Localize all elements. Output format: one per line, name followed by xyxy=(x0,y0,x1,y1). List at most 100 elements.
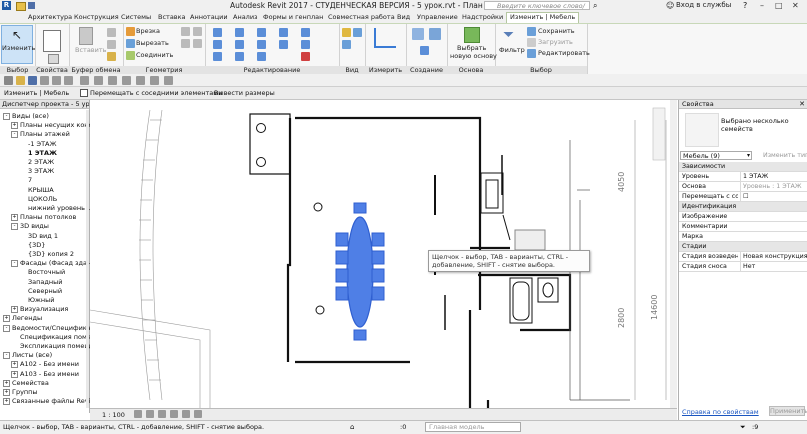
filter-button[interactable]: Фильтр xyxy=(499,46,525,54)
pick-host-icon[interactable] xyxy=(464,27,480,43)
property-section[interactable]: Идентификация xyxy=(679,202,807,212)
load-selection-button[interactable]: Загрузить xyxy=(538,38,573,46)
properties-help-link[interactable]: Справка по свойствам xyxy=(682,408,759,416)
browser-item[interactable]: A103 - Без имени xyxy=(20,370,79,378)
match-type-icon[interactable] xyxy=(107,52,116,61)
sun-path-icon[interactable] xyxy=(158,410,166,418)
measure-icon[interactable] xyxy=(374,28,396,48)
browser-item[interactable]: Семейства xyxy=(12,379,49,387)
cope-button[interactable]: Врезка xyxy=(136,27,160,35)
free-dimensions-label[interactable]: Вывести размеры xyxy=(214,89,275,97)
tree-expander-icon[interactable]: - xyxy=(3,352,10,360)
edit-type-button[interactable]: Изменить тип xyxy=(763,152,807,159)
hide-icon[interactable] xyxy=(342,28,351,37)
move-icon[interactable] xyxy=(213,40,222,49)
browser-item[interactable]: Западный xyxy=(28,278,62,286)
browser-item[interactable]: 7 xyxy=(28,176,32,184)
scale-icon[interactable] xyxy=(213,52,222,61)
linework-icon[interactable] xyxy=(342,40,351,49)
project-browser-scrollbar[interactable] xyxy=(86,110,89,408)
split-icon[interactable] xyxy=(301,28,310,37)
tab-insert[interactable]: Вставка xyxy=(158,13,186,21)
qat-modify-icon[interactable] xyxy=(4,76,13,85)
browser-item[interactable]: 3D виды xyxy=(20,222,49,230)
tree-expander-icon[interactable]: + xyxy=(3,379,10,387)
active-model-select[interactable]: Главная модель xyxy=(425,422,521,432)
browser-item[interactable]: Планы этажей xyxy=(20,130,70,138)
qat-text-icon[interactable] xyxy=(94,76,103,85)
qat-print-icon[interactable] xyxy=(64,76,73,85)
browser-item[interactable]: {3D} xyxy=(28,241,45,249)
maximize-button[interactable]: □ xyxy=(775,1,783,10)
browser-item[interactable]: Легенды xyxy=(12,314,42,322)
qat-open-icon[interactable] xyxy=(16,76,25,85)
qat-section-icon[interactable] xyxy=(122,76,131,85)
visual-style-icon[interactable] xyxy=(146,410,154,418)
property-section[interactable]: Стадии xyxy=(679,242,807,252)
tree-expander-icon[interactable]: + xyxy=(11,122,18,130)
split-face-icon[interactable] xyxy=(181,39,190,48)
browser-item[interactable]: A102 - Без имени xyxy=(20,360,79,368)
tab-massing[interactable]: Формы и генплан xyxy=(263,13,323,21)
search-input[interactable]: Введите ключевое слово/фразу xyxy=(484,1,590,19)
save-selection-button[interactable]: Сохранить xyxy=(538,27,575,35)
tree-expander-icon[interactable]: - xyxy=(11,223,18,231)
property-section[interactable]: Зависимости xyxy=(679,162,807,172)
help-icon[interactable]: ? xyxy=(743,1,747,10)
tree-expander-icon[interactable]: - xyxy=(3,113,10,120)
tab-annotate[interactable]: Аннотации xyxy=(190,13,228,21)
paste-button[interactable]: Вставить xyxy=(75,46,106,54)
qat-save-icon[interactable] xyxy=(28,76,37,85)
qat-thin-lines-icon[interactable] xyxy=(136,76,145,85)
join-button[interactable]: Соединить xyxy=(136,51,173,59)
browser-item[interactable]: КРЫША xyxy=(28,186,54,194)
user-icon[interactable]: ☺ xyxy=(666,1,674,10)
tree-expander-icon[interactable]: - xyxy=(11,260,18,268)
filter-status-icon[interactable]: ⏷ xyxy=(740,423,746,432)
revit-logo-icon[interactable]: R xyxy=(2,1,11,10)
qat-3d-icon[interactable] xyxy=(108,76,117,85)
property-value[interactable]: Нет xyxy=(740,262,807,271)
tab-structure[interactable]: Конструкция xyxy=(74,13,119,21)
worksets-icon[interactable]: ⌂ xyxy=(350,423,354,431)
shadows-icon[interactable] xyxy=(170,410,178,418)
browser-item[interactable]: -1 ЭТАЖ xyxy=(28,140,57,148)
properties-icon[interactable] xyxy=(43,30,61,52)
crop-icon[interactable] xyxy=(182,410,190,418)
tree-expander-icon[interactable]: - xyxy=(11,131,18,139)
pick-host-label-2[interactable]: новую основу xyxy=(450,52,497,60)
qat-undo-icon[interactable] xyxy=(40,76,49,85)
modify-button[interactable]: ↖ Изменить xyxy=(1,25,35,64)
type-properties-icon[interactable] xyxy=(48,54,59,64)
tree-expander-icon[interactable]: + xyxy=(11,370,18,378)
tab-collaborate[interactable]: Совместная работа xyxy=(328,13,395,21)
tree-expander-icon[interactable]: + xyxy=(11,214,18,222)
browser-item[interactable]: Листы (все) xyxy=(12,351,52,359)
sign-in-link[interactable]: Вход в службы xyxy=(676,1,731,9)
browser-item[interactable]: {3D} копия 2 xyxy=(28,250,74,258)
properties-close-icon[interactable]: ✕ xyxy=(799,100,805,108)
tree-expander-icon[interactable]: + xyxy=(3,398,10,406)
filter-icon[interactable]: ⏷ xyxy=(503,27,514,43)
tab-analyze[interactable]: Анализ xyxy=(233,13,258,21)
browser-item[interactable]: Группы xyxy=(12,388,38,396)
tree-expander-icon[interactable]: + xyxy=(3,315,10,323)
tab-systems[interactable]: Системы xyxy=(121,13,151,21)
tab-modify-furniture[interactable]: Изменить | Мебель xyxy=(506,12,580,23)
move-with-nearby-checkbox[interactable] xyxy=(80,89,88,97)
browser-item[interactable]: ЦОКОЛЬ xyxy=(28,195,57,203)
mirror-axis-icon[interactable] xyxy=(257,28,266,37)
browser-item[interactable]: 1 ЭТАЖ xyxy=(28,149,57,157)
qat-switch-windows-icon[interactable] xyxy=(164,76,173,85)
vertical-scrollbar[interactable] xyxy=(670,100,677,408)
paint-icon[interactable] xyxy=(193,27,202,36)
cut-geometry-button[interactable]: Вырезать xyxy=(136,39,169,47)
browser-item[interactable]: Южный xyxy=(28,296,54,304)
tree-expander-icon[interactable]: + xyxy=(11,306,18,314)
temp-hide-icon[interactable] xyxy=(194,410,202,418)
close-button[interactable]: ✕ xyxy=(792,1,799,10)
move-with-nearby-label[interactable]: Перемещать с соседними элементами xyxy=(90,89,222,97)
align-icon[interactable] xyxy=(213,28,222,37)
copy-element-icon[interactable] xyxy=(235,40,244,49)
tree-expander-icon[interactable]: + xyxy=(11,361,18,369)
